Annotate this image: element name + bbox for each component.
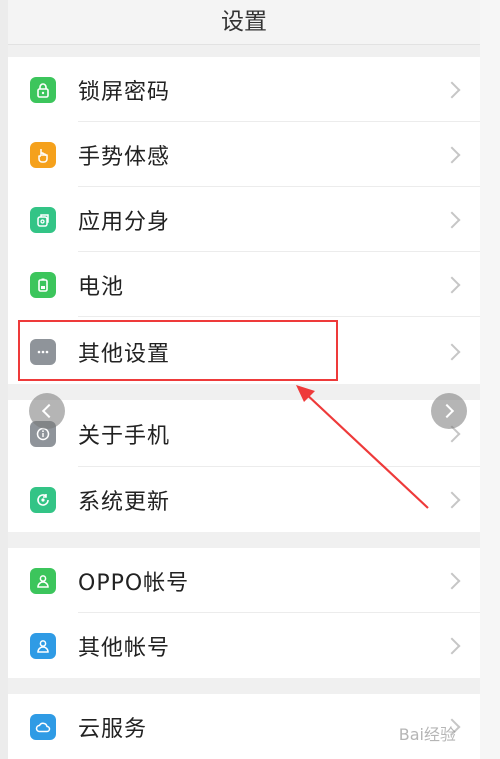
annotation-arrow [296,385,429,509]
previous-slide-button[interactable] [29,393,65,429]
watermark: Bai经验 [398,725,456,744]
chevron-left-icon [41,403,57,419]
settings-screen: 设置 锁屏密码 手势体感 应用分身 电池 其他设置 关于手机 系统更新 OPPO… [8,0,480,759]
chevron-right-icon [439,403,455,419]
next-slide-button[interactable] [431,393,467,429]
background-strip [480,0,500,759]
